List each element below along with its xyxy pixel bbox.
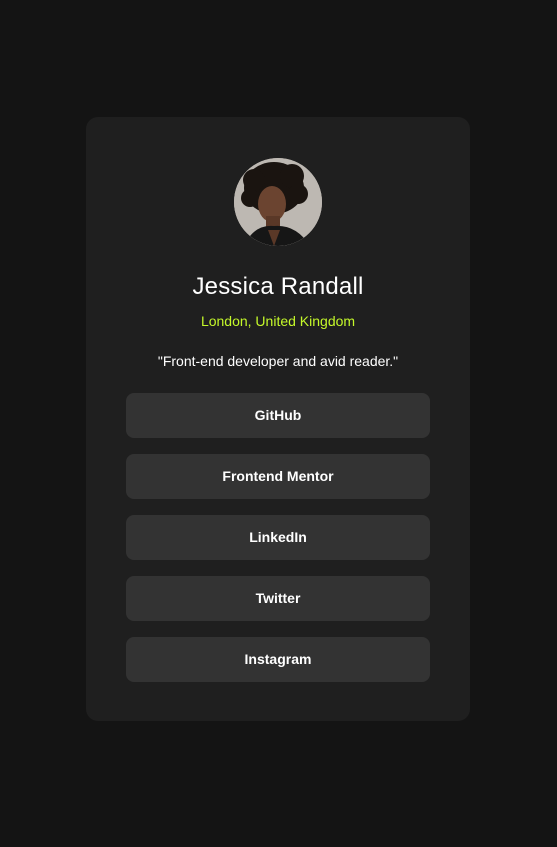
profile-card: Jessica Randall London, United Kingdom "… <box>86 117 470 721</box>
social-link-item: GitHub <box>126 393 430 438</box>
social-link-item: Frontend Mentor <box>126 454 430 499</box>
profile-location: London, United Kingdom <box>200 313 356 329</box>
linkedin-link-button[interactable]: LinkedIn <box>126 515 430 560</box>
avatar-image <box>234 158 322 246</box>
twitter-link-button[interactable]: Twitter <box>126 576 430 621</box>
avatar <box>234 158 322 246</box>
social-link-item: Twitter <box>126 576 430 621</box>
profile-name: Jessica Randall <box>192 273 364 300</box>
social-links-list: GitHub Frontend Mentor LinkedIn Twitter … <box>126 393 430 698</box>
social-link-item: LinkedIn <box>126 515 430 560</box>
github-link-button[interactable]: GitHub <box>126 393 430 438</box>
social-link-item: Instagram <box>126 637 430 682</box>
frontend-mentor-link-button[interactable]: Frontend Mentor <box>126 454 430 499</box>
profile-bio: "Front-end developer and avid reader." <box>157 353 399 369</box>
instagram-link-button[interactable]: Instagram <box>126 637 430 682</box>
